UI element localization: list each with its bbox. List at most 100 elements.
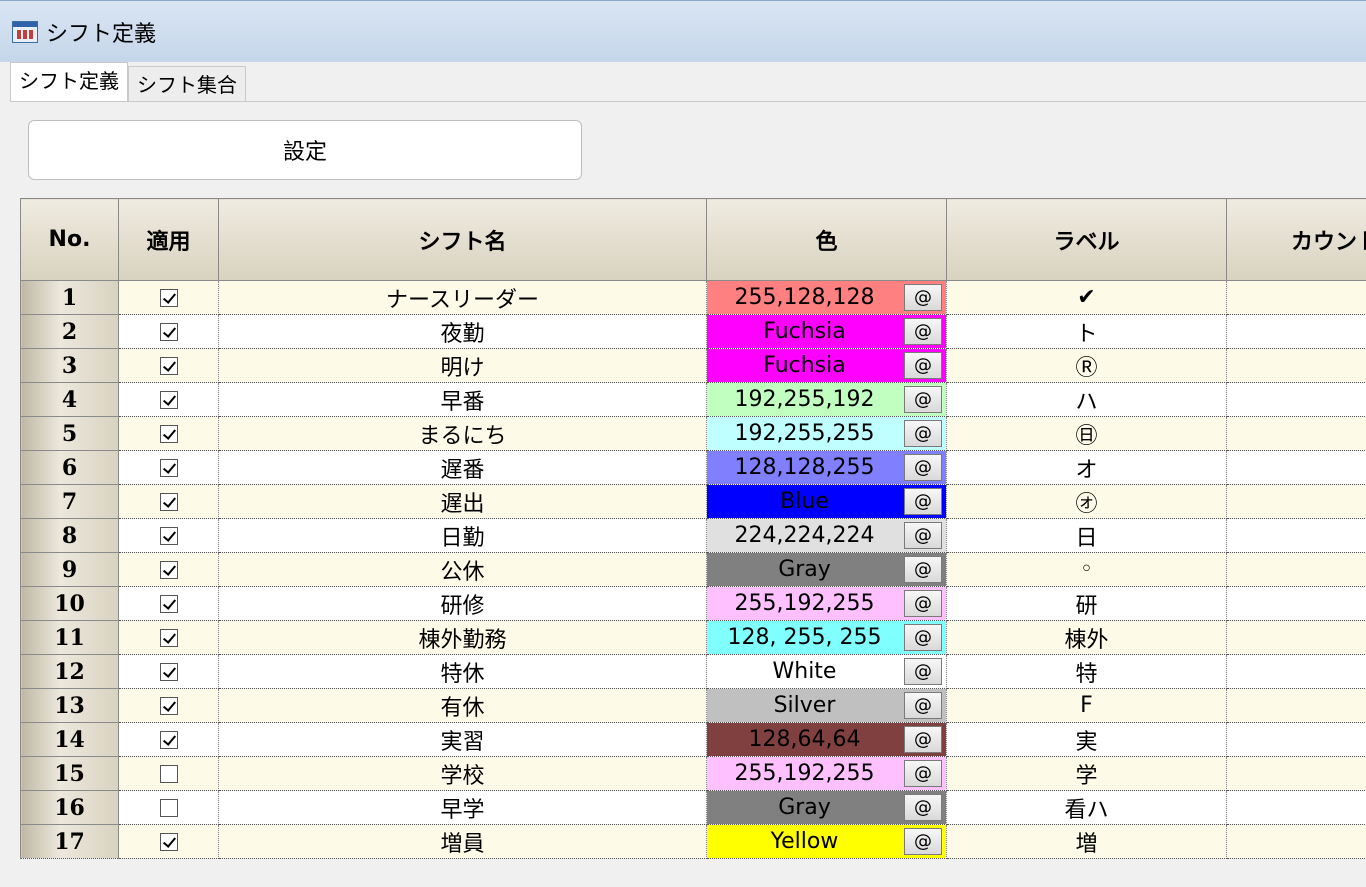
table-row[interactable]: 2 夜勤 Fuchsia @ ト [20, 314, 1366, 349]
apply-checkbox[interactable] [159, 391, 178, 409]
color-cell[interactable]: 255,192,255 @ [706, 586, 947, 621]
color-picker-button[interactable]: @ [904, 386, 942, 413]
count-cell[interactable] [1226, 722, 1366, 757]
row-header-number[interactable]: 7 [20, 484, 119, 519]
color-cell[interactable]: Blue @ [706, 484, 947, 519]
column-header-color[interactable]: 色 [706, 198, 947, 281]
color-picker-button[interactable]: @ [904, 318, 942, 345]
apply-checkbox[interactable] [159, 323, 178, 341]
count-cell[interactable] [1226, 620, 1366, 655]
shift-name-cell[interactable]: ナースリーダー [218, 280, 707, 315]
label-cell[interactable]: ✔ [946, 280, 1227, 315]
label-cell[interactable]: 日 [946, 518, 1227, 553]
table-row[interactable]: 8 日勤 224,224,224 @ 日 [20, 518, 1366, 553]
row-header-number[interactable]: 4 [20, 382, 119, 417]
color-cell[interactable]: 128,128,255 @ [706, 450, 947, 485]
color-picker-button[interactable]: @ [904, 488, 942, 515]
label-cell[interactable]: 学 [946, 756, 1227, 791]
row-header-number[interactable]: 14 [20, 722, 119, 757]
color-cell[interactable]: Silver @ [706, 688, 947, 723]
row-header-number[interactable]: 13 [20, 688, 119, 723]
label-cell[interactable]: 棟外 [946, 620, 1227, 655]
count-cell[interactable] [1226, 518, 1366, 553]
apply-checkbox[interactable] [159, 425, 178, 443]
settings-button[interactable]: 設定 [28, 120, 582, 180]
apply-checkbox[interactable] [159, 765, 178, 783]
label-cell[interactable]: Ⓡ [946, 348, 1227, 383]
table-row[interactable]: 3 明け Fuchsia @ Ⓡ [20, 348, 1366, 383]
count-cell[interactable] [1226, 416, 1366, 451]
color-cell[interactable]: 192,255,192 @ [706, 382, 947, 417]
shift-name-cell[interactable]: 特休 [218, 654, 707, 689]
count-cell[interactable] [1226, 450, 1366, 485]
color-picker-button[interactable]: @ [904, 590, 942, 617]
table-row[interactable]: 14 実習 128,64,64 @ 実 [20, 722, 1366, 757]
count-cell[interactable] [1226, 314, 1366, 349]
apply-checkbox[interactable] [159, 595, 178, 613]
color-picker-button[interactable]: @ [904, 454, 942, 481]
table-row[interactable]: 12 特休 White @ 特 [20, 654, 1366, 689]
label-cell[interactable]: 研 [946, 586, 1227, 621]
apply-checkbox[interactable] [159, 731, 178, 749]
label-cell[interactable]: 実 [946, 722, 1227, 757]
count-cell[interactable] [1226, 280, 1366, 315]
table-row[interactable]: 6 遅番 128,128,255 @ オ [20, 450, 1366, 485]
row-header-number[interactable]: 12 [20, 654, 119, 689]
row-header-number[interactable]: 8 [20, 518, 119, 553]
color-picker-button[interactable]: @ [904, 794, 942, 821]
row-header-number[interactable]: 2 [20, 314, 119, 349]
table-row[interactable]: 1 ナースリーダー 255,128,128 @ ✔ [20, 280, 1366, 315]
color-picker-button[interactable]: @ [904, 522, 942, 549]
apply-checkbox[interactable] [159, 289, 178, 307]
color-picker-button[interactable]: @ [904, 760, 942, 787]
count-cell[interactable] [1226, 654, 1366, 689]
apply-checkbox[interactable] [159, 663, 178, 681]
apply-checkbox[interactable] [159, 357, 178, 375]
table-row[interactable]: 11 棟外勤務 128, 255, 255 @ 棟外 [20, 620, 1366, 655]
row-header-number[interactable]: 15 [20, 756, 119, 791]
color-picker-button[interactable]: @ [904, 624, 942, 651]
count-cell[interactable] [1226, 790, 1366, 825]
color-picker-button[interactable]: @ [904, 556, 942, 583]
tab-shift-definition[interactable]: シフト定義 [10, 62, 128, 102]
label-cell[interactable]: ㋔ [946, 484, 1227, 519]
shift-name-cell[interactable]: 夜勤 [218, 314, 707, 349]
count-cell[interactable] [1226, 688, 1366, 723]
label-cell[interactable]: ハ [946, 382, 1227, 417]
count-cell[interactable] [1226, 348, 1366, 383]
table-row[interactable]: 10 研修 255,192,255 @ 研 [20, 586, 1366, 621]
table-row[interactable]: 17 増員 Yellow @ 増 [20, 824, 1366, 859]
column-header-label[interactable]: ラベル [946, 198, 1227, 281]
count-cell[interactable] [1226, 824, 1366, 859]
row-header-number[interactable]: 16 [20, 790, 119, 825]
color-cell[interactable]: Gray @ [706, 790, 947, 825]
count-cell[interactable] [1226, 552, 1366, 587]
color-cell[interactable]: White @ [706, 654, 947, 689]
color-cell[interactable]: 192,255,255 @ [706, 416, 947, 451]
label-cell[interactable]: 増 [946, 824, 1227, 859]
shift-name-cell[interactable]: まるにち [218, 416, 707, 451]
shift-name-cell[interactable]: 実習 [218, 722, 707, 757]
count-cell[interactable] [1226, 382, 1366, 417]
apply-checkbox[interactable] [159, 561, 178, 579]
apply-checkbox[interactable] [159, 833, 178, 851]
color-picker-button[interactable]: @ [904, 352, 942, 379]
color-cell[interactable]: Fuchsia @ [706, 314, 947, 349]
label-cell[interactable]: 看ハ [946, 790, 1227, 825]
column-header-count[interactable]: カウント [1226, 198, 1366, 281]
label-cell[interactable]: オ [946, 450, 1227, 485]
color-picker-button[interactable]: @ [904, 284, 942, 311]
table-row[interactable]: 5 まるにち 192,255,255 @ ㊐ [20, 416, 1366, 451]
shift-name-cell[interactable]: 遅出 [218, 484, 707, 519]
color-cell[interactable]: 128,64,64 @ [706, 722, 947, 757]
row-header-number[interactable]: 11 [20, 620, 119, 655]
count-cell[interactable] [1226, 484, 1366, 519]
column-header-apply[interactable]: 適用 [118, 198, 219, 281]
color-picker-button[interactable]: @ [904, 692, 942, 719]
color-picker-button[interactable]: @ [904, 828, 942, 855]
color-picker-button[interactable]: @ [904, 420, 942, 447]
shift-name-cell[interactable]: 早学 [218, 790, 707, 825]
apply-checkbox[interactable] [159, 493, 178, 511]
shift-name-cell[interactable]: 増員 [218, 824, 707, 859]
shift-name-cell[interactable]: 研修 [218, 586, 707, 621]
